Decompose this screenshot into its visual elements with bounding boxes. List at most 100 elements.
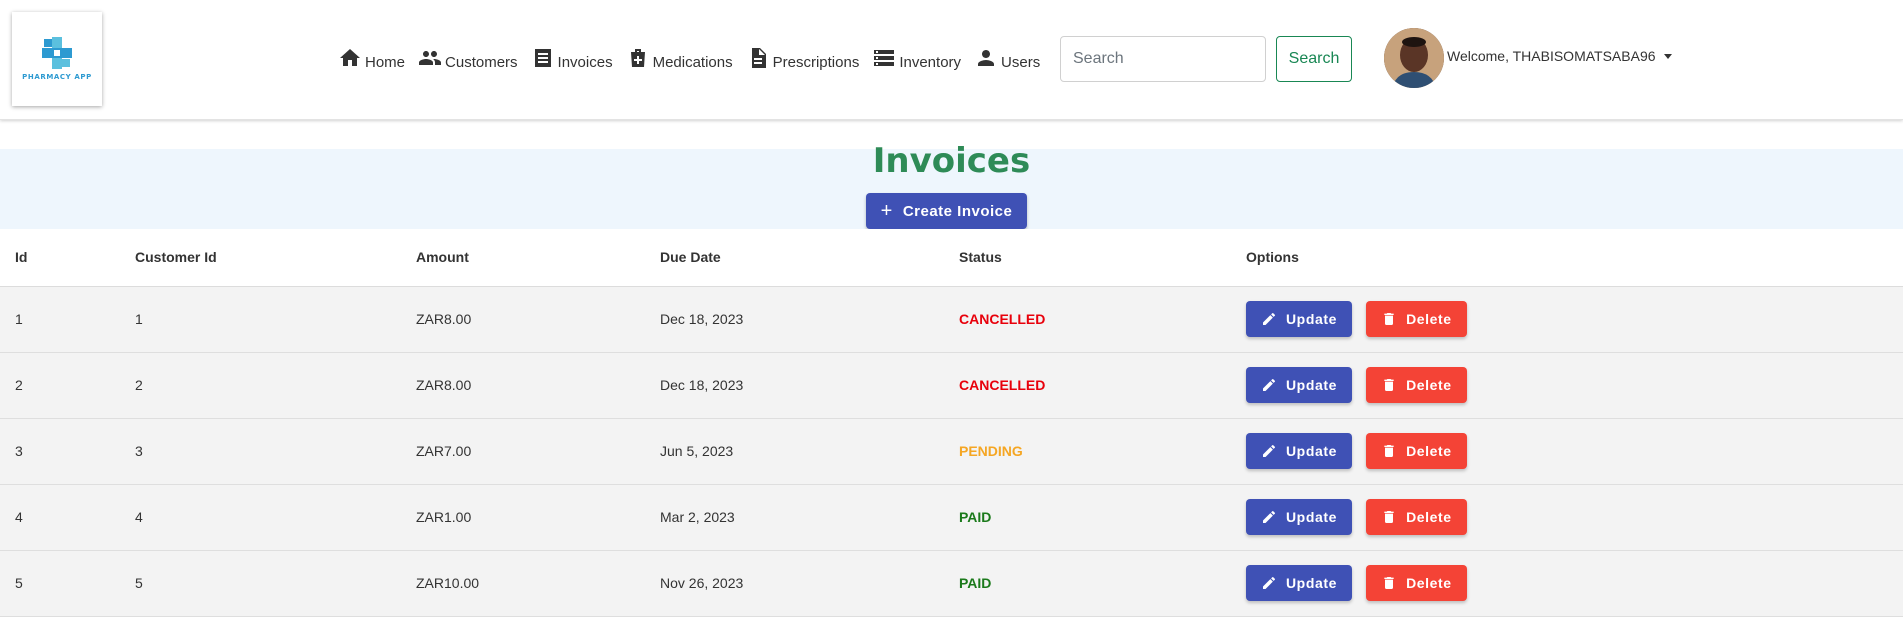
nav-prescriptions[interactable]: Prescriptions [746,46,860,72]
trash-icon [1384,379,1394,391]
delete-label: Delete [1406,509,1452,525]
table-row: 2 2 ZAR8.00 Dec 18, 2023 CANCELLED Updat… [0,352,1903,418]
people-icon [419,51,442,65]
status-badge: CANCELLED [959,311,1046,327]
delete-label: Delete [1406,377,1452,393]
cell-due-date: Jun 5, 2023 [660,443,734,459]
delete-label: Delete [1406,443,1452,459]
update-label: Update [1285,377,1338,393]
trash-icon [1384,511,1394,523]
cell-options: Update Delete [1246,352,1903,418]
delete-label: Delete [1406,575,1452,591]
cell-id: 4 [15,509,23,525]
table-row: 4 4 ZAR1.00 Mar 2, 2023 PAID Update Dele… [0,484,1903,550]
pencil-icon [1262,378,1275,391]
status-badge: CANCELLED [959,377,1046,393]
welcome-text: Welcome, THABISOMATSABA96 [1447,48,1656,64]
trash-icon [1384,313,1394,325]
cell-amount: ZAR10.00 [416,575,480,591]
delete-label: Delete [1406,311,1452,327]
header-customer-id[interactable]: Customer Id [135,229,416,286]
cell-amount: ZAR7.00 [416,443,472,459]
cell-amount: ZAR1.00 [416,509,472,525]
nav-customers[interactable]: Customers [418,46,518,72]
cell-id: 1 [15,311,23,327]
header-id[interactable]: Id [0,229,135,286]
update-label: Update [1285,575,1338,591]
cell-amount: ZAR8.00 [416,311,472,327]
delete-button[interactable]: Delete [1365,367,1467,403]
home-icon [340,49,360,66]
update-button[interactable]: Update [1246,367,1352,403]
page-title: Invoices [872,141,1031,181]
main-nav: Home Customers Invoices Medications Pres… [338,42,1053,72]
table-row: 1 1 ZAR8.00 Dec 18, 2023 CANCELLED Updat… [0,286,1903,352]
trash-icon [1384,577,1394,589]
avatar[interactable] [1384,28,1444,88]
document-icon [751,48,766,68]
search-button[interactable]: Search [1276,36,1352,82]
cell-customer-id: 3 [135,443,143,459]
header-amount[interactable]: Amount [416,229,660,286]
table-header-row: Id Customer Id Amount Due Date Status Op… [0,229,1903,286]
cell-customer-id: 5 [135,575,143,591]
user-menu-toggle[interactable]: Welcome, THABISOMATSABA96 [1447,48,1672,64]
cell-options: Update Delete [1246,550,1903,616]
caret-down-icon [1663,53,1672,59]
nav-prescriptions-label: Prescriptions [772,54,860,71]
nav-users[interactable]: Users [974,46,1040,72]
pencil-icon [1262,312,1275,325]
cell-options: Update Delete [1246,484,1903,550]
delete-button[interactable]: Delete [1365,565,1467,601]
nav-home[interactable]: Home [338,46,405,72]
nav-users-label: Users [1001,54,1041,71]
cell-customer-id: 4 [135,509,143,525]
app-logo[interactable]: PHARMACY APP [12,12,102,106]
cell-customer-id: 1 [135,311,143,327]
nav-medications[interactable]: Medications [626,46,733,72]
status-badge: PAID [959,509,992,525]
cell-due-date: Mar 2, 2023 [660,509,735,525]
delete-button[interactable]: Delete [1365,433,1467,469]
header-due-date[interactable]: Due Date [660,229,959,286]
create-invoice-label: Create Invoice [902,202,1013,220]
cell-due-date: Dec 18, 2023 [660,311,744,327]
delete-button[interactable]: Delete [1365,499,1467,535]
table-row: 5 5 ZAR10.00 Nov 26, 2023 PAID Update De… [0,550,1903,616]
list-icon [534,49,551,67]
table-body: 1 1 ZAR8.00 Dec 18, 2023 CANCELLED Updat… [0,286,1903,616]
pencil-icon [1262,576,1275,589]
search-input[interactable] [1060,36,1266,82]
status-badge: PAID [959,575,992,591]
update-label: Update [1285,443,1338,459]
nav-inventory[interactable]: Inventory [872,46,961,72]
create-invoice-button[interactable]: + Create Invoice [866,193,1027,229]
pencil-icon [1262,510,1275,523]
cell-amount: ZAR8.00 [416,377,472,393]
table-row: 3 3 ZAR7.00 Jun 5, 2023 PENDING Update D… [0,418,1903,484]
update-button[interactable]: Update [1246,433,1352,469]
header-status[interactable]: Status [959,229,1246,286]
cell-customer-id: 2 [135,377,143,393]
cell-id: 2 [15,377,23,393]
nav-home-label: Home [365,54,406,71]
user-photo-icon [1384,28,1444,88]
header-options: Options [1246,249,1299,266]
status-badge: PENDING [959,443,1023,459]
top-navbar: PHARMACY APP Home Customers Invoices Med… [0,0,1903,120]
invoices-table: Id Customer Id Amount Due Date Status Op… [0,229,1903,617]
update-button[interactable]: Update [1246,301,1352,337]
update-button[interactable]: Update [1246,499,1352,535]
pencil-icon [1262,444,1275,457]
update-label: Update [1285,311,1338,327]
cell-due-date: Nov 26, 2023 [660,575,744,591]
plus-icon: + [880,200,893,222]
nav-invoices[interactable]: Invoices [531,46,613,72]
storage-icon [874,50,895,66]
update-button[interactable]: Update [1246,565,1352,601]
nav-inventory-label: Inventory [899,54,962,71]
cell-due-date: Dec 18, 2023 [660,377,744,393]
pharmacy-cross-logo-icon [42,37,72,69]
delete-button[interactable]: Delete [1365,301,1467,337]
medical-bag-icon [630,49,645,67]
